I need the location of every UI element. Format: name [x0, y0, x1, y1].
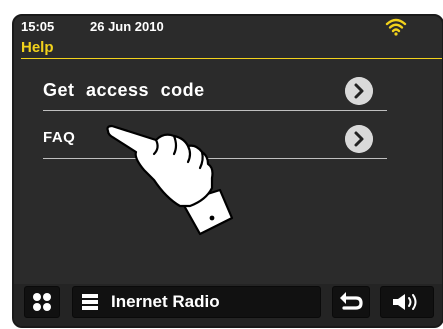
volume-button[interactable]	[380, 286, 434, 318]
radio-screen: 15:05 26 Jun 2010 Help Get access code F…	[12, 14, 443, 328]
page-title: Help	[21, 39, 54, 56]
status-bar: 15:05 26 Jun 2010	[14, 16, 442, 38]
page-header: Help	[14, 38, 442, 60]
back-arrow-icon	[340, 292, 363, 310]
menu-item-label: FAQ	[43, 129, 76, 146]
clock-time: 15:05	[21, 19, 55, 34]
grid-icon	[33, 293, 51, 311]
chevron-right-icon	[345, 77, 373, 105]
menu-divider	[43, 110, 387, 111]
clock-date: 26 Jun 2010	[90, 19, 164, 34]
pointing-hand-icon	[106, 124, 234, 236]
menu-item-get-access-code[interactable]: Get access code	[43, 73, 387, 111]
volume-icon	[393, 294, 417, 310]
wifi-icon	[385, 18, 407, 36]
menu-grid-button[interactable]	[24, 286, 60, 318]
header-divider	[21, 58, 442, 59]
source-button[interactable]: Inernet Radio	[72, 286, 321, 318]
menu-item-label: Get access code	[43, 80, 205, 100]
list-icon	[82, 294, 98, 310]
back-button[interactable]	[332, 286, 370, 318]
source-label: Inernet Radio	[111, 292, 220, 311]
chevron-right-icon	[345, 125, 373, 153]
